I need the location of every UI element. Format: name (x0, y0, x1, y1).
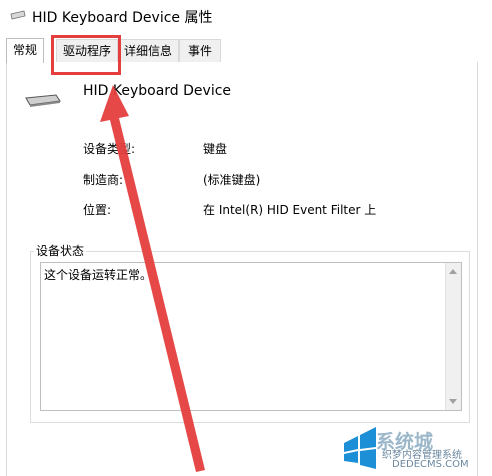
annotation-highlight-box (51, 35, 121, 75)
watermark-url: DEDECMS.COM (392, 459, 469, 470)
